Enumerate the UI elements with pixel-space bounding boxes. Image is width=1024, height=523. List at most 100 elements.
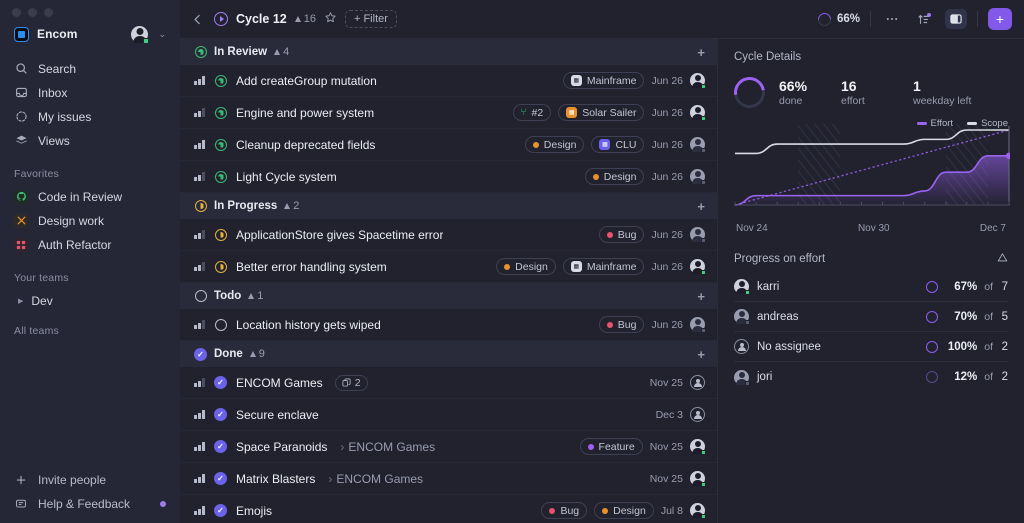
sidebar-item-design-work[interactable]: Design work (8, 210, 172, 231)
all-teams-heading[interactable]: All teams (0, 325, 180, 337)
sidebar-item-auth-refactor[interactable]: Auth Refactor (8, 234, 172, 255)
table-row[interactable]: ✓ ENCOM Games 2 Nov 25 (180, 367, 717, 399)
assignee-avatar[interactable] (690, 259, 705, 274)
list-item[interactable]: andreas 70% of 5 (734, 302, 1008, 332)
star-icon[interactable] (324, 11, 337, 27)
project-chip[interactable]: ▦ Solar Sailer (558, 104, 644, 121)
avatar[interactable] (131, 26, 148, 43)
table-row[interactable]: ✓ Space Paranoids ›ENCOM Games Feature N… (180, 431, 717, 463)
label-chip[interactable]: Bug (599, 226, 645, 243)
priority-medium-icon[interactable] (194, 108, 205, 117)
invite-people-button[interactable]: Invite people (8, 469, 172, 490)
group-header-todo[interactable]: Todo 1 + (180, 283, 717, 309)
status-review-icon[interactable] (214, 170, 227, 183)
sidebar-item-views[interactable]: Views (8, 130, 172, 151)
list-item[interactable]: jori 12% of 2 (734, 362, 1008, 392)
table-row[interactable]: Cleanup deprecated fields Design ▦ CLU J… (180, 129, 717, 161)
assignee-avatar[interactable] (690, 227, 705, 242)
list-item[interactable]: karri 67% of 7 (734, 272, 1008, 302)
project-chip[interactable]: ▦ Mainframe (563, 258, 645, 275)
status-review-icon[interactable] (214, 74, 227, 87)
minimize-window-dot[interactable] (28, 8, 37, 17)
priority-high-icon[interactable] (194, 410, 205, 419)
assignee-avatar[interactable] (690, 439, 705, 454)
no-assignee-avatar[interactable] (690, 407, 705, 422)
status-in-progress-icon[interactable] (214, 260, 227, 273)
add-issue-to-group-button[interactable]: + (697, 45, 705, 60)
window-traffic-lights[interactable] (0, 0, 180, 18)
priority-high-icon[interactable] (194, 442, 205, 451)
label-chip[interactable]: Bug (541, 502, 587, 519)
sidebar-toggle-icon[interactable] (945, 9, 967, 29)
breadcrumb[interactable]: ›ENCOM Games (324, 472, 423, 486)
status-done-icon[interactable]: ✓ (214, 408, 227, 421)
status-done-icon[interactable]: ✓ (214, 440, 227, 453)
sub-issue-count-chip[interactable]: 2 (335, 375, 368, 391)
new-issue-button[interactable]: + (988, 8, 1012, 30)
assignee-avatar[interactable] (690, 503, 705, 518)
status-in-progress-icon[interactable] (214, 228, 227, 241)
sidebar-item-inbox[interactable]: Inbox (8, 82, 172, 103)
warning-triangle-icon[interactable] (997, 250, 1008, 268)
chevron-left-icon[interactable] (188, 10, 206, 28)
assignee-avatar[interactable] (690, 471, 705, 486)
priority-high-icon[interactable] (194, 76, 205, 85)
status-done-icon[interactable]: ✓ (214, 376, 227, 389)
project-chip[interactable]: ▦ Mainframe (563, 72, 645, 89)
label-chip[interactable]: Bug (599, 316, 645, 333)
group-header-in-progress[interactable]: In Progress 2 + (180, 193, 717, 219)
chevron-down-icon[interactable]: ⌄ (158, 29, 166, 40)
label-chip[interactable]: Design (585, 168, 645, 185)
add-issue-to-group-button[interactable]: + (697, 199, 705, 214)
branch-chip[interactable]: ⑂ #2 (513, 104, 552, 121)
status-done-icon[interactable]: ✓ (214, 504, 227, 517)
add-issue-to-group-button[interactable]: + (697, 289, 705, 304)
assignee-avatar[interactable] (690, 169, 705, 184)
table-row[interactable]: Light Cycle system Design Jun 26 (180, 161, 717, 193)
sort-icon[interactable] (913, 9, 935, 29)
table-row[interactable]: Better error handling system Design ▦ Ma… (180, 251, 717, 283)
close-window-dot[interactable] (12, 8, 21, 17)
table-row[interactable]: ✓ Emojis Bug Design Jul 8 (180, 495, 717, 523)
add-filter-button[interactable]: + Filter (345, 10, 397, 28)
priority-medium-icon[interactable] (194, 172, 205, 181)
priority-medium-icon[interactable] (194, 320, 205, 329)
priority-medium-icon[interactable] (194, 230, 205, 239)
zoom-window-dot[interactable] (44, 8, 53, 17)
priority-high-icon[interactable] (194, 474, 205, 483)
no-assignee-avatar[interactable] (690, 375, 705, 390)
workspace-switcher[interactable]: Encom ⌄ (8, 20, 172, 48)
breadcrumb[interactable]: ›ENCOM Games (336, 440, 435, 454)
priority-high-icon[interactable] (194, 140, 205, 149)
label-chip[interactable]: Feature (580, 438, 643, 455)
sidebar-item-my-issues[interactable]: My issues (8, 106, 172, 127)
label-chip[interactable]: Design (525, 136, 585, 153)
assignee-avatar[interactable] (690, 137, 705, 152)
table-row[interactable]: Location history gets wiped Bug Jun 26 (180, 309, 717, 341)
assignee-avatar[interactable] (690, 105, 705, 120)
status-done-icon[interactable]: ✓ (214, 472, 227, 485)
priority-high-icon[interactable] (194, 506, 205, 515)
status-review-icon[interactable] (214, 138, 227, 151)
sidebar-item-dev[interactable]: ▶ Dev (12, 290, 172, 311)
sidebar-item-search[interactable]: Search (8, 58, 172, 79)
list-item[interactable]: No assignee 100% of 2 (734, 332, 1008, 362)
add-issue-to-group-button[interactable]: + (697, 347, 705, 362)
table-row[interactable]: Engine and power system ⑂ #2 ▦ Solar Sai… (180, 97, 717, 129)
assignee-avatar[interactable] (690, 317, 705, 332)
status-todo-icon[interactable] (214, 318, 227, 331)
label-chip[interactable]: Design (594, 502, 654, 519)
priority-medium-icon[interactable] (194, 378, 205, 387)
table-row[interactable]: ✓ Secure enclave Dec 3 (180, 399, 717, 431)
status-review-icon[interactable] (214, 106, 227, 119)
group-header-done[interactable]: ✓ Done 9 + (180, 341, 717, 367)
priority-medium-icon[interactable] (194, 262, 205, 271)
project-chip[interactable]: ▦ CLU (591, 136, 644, 153)
table-row[interactable]: ApplicationStore gives Spacetime error B… (180, 219, 717, 251)
assignee-avatar[interactable] (690, 73, 705, 88)
group-header-in-review[interactable]: In Review 4 + (180, 39, 717, 65)
ellipsis-icon[interactable] (881, 9, 903, 29)
table-row[interactable]: Add createGroup mutation ▦ Mainframe Jun… (180, 65, 717, 97)
label-chip[interactable]: Design (496, 258, 556, 275)
sidebar-item-code-in-review[interactable]: Code in Review (8, 186, 172, 207)
